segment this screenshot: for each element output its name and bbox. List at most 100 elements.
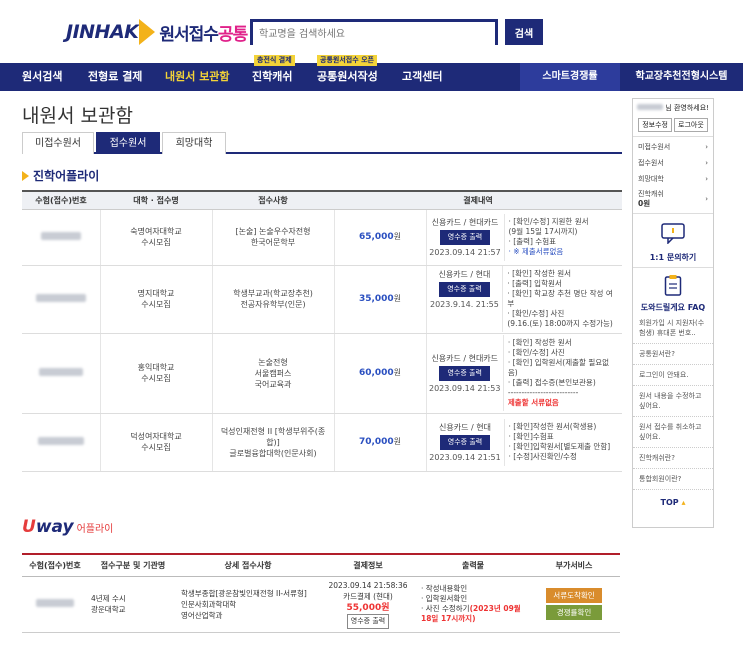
- faq-item[interactable]: 공통원서란?: [633, 344, 713, 365]
- search-input[interactable]: [253, 24, 495, 45]
- nav-item-common-application[interactable]: 공통원서접수 오픈 공통원서작성: [317, 55, 378, 91]
- receipt-button[interactable]: 영수증 출력: [439, 282, 490, 297]
- logout-button[interactable]: 로그아웃: [674, 118, 708, 132]
- table-row: 홍익대학교 수시모집 논술전형 서울캠퍼스 국어교육과 60,000원 신용카드 / …: [22, 333, 622, 414]
- output-item[interactable]: · [출력] 입학원서: [507, 279, 618, 289]
- site-logo[interactable]: JINHAK 원서접수공통: [66, 18, 248, 46]
- table-row: 명지대학교 수시모집 학생부교과(학교장추천) 전공자유학부(인문) 35,000원…: [22, 265, 622, 334]
- output-item[interactable]: · [출력] 접수증(본인보관용): [508, 378, 618, 388]
- exam-number-redacted: [22, 413, 100, 472]
- pay-method: 카드결제 (현대): [343, 591, 393, 601]
- univ-cell: 명지대학교 수시모집: [99, 265, 212, 334]
- service-cell: 서류도착확인 경쟁률확인: [528, 576, 620, 633]
- univ-cell: 숙명여자대학교 수시모집: [99, 209, 212, 266]
- col-header: 상세 접수사항: [178, 553, 318, 577]
- nav-item-fee-payment[interactable]: 전형료 결제: [88, 63, 142, 91]
- receipt-button[interactable]: 영수증 출력: [439, 434, 491, 450]
- output-item[interactable]: · 입학원서확인: [421, 594, 525, 604]
- sidebar-item-unsubmitted[interactable]: 미접수원서 ›: [638, 139, 708, 155]
- table-row: 숙명여자대학교 수시모집 [논술] 논술우수자전형 한국어문학부 65,000원 신…: [22, 209, 622, 266]
- price-cell: 35,000원: [333, 265, 426, 334]
- faq-item[interactable]: 진학캐쉬란?: [633, 448, 713, 469]
- sidebar-item-submitted[interactable]: 접수원서 ›: [638, 155, 708, 171]
- pay-date: 2023.09.14 21:58:36: [328, 580, 408, 590]
- price: 55,000원: [346, 602, 390, 613]
- output-item[interactable]: · [수정]사진확인/수정: [509, 452, 611, 462]
- uway-logo-sub: 어플라이: [76, 524, 114, 535]
- output-item[interactable]: · 사진 수정하기(2023년 09월 18일 17시까지): [421, 604, 525, 624]
- output-item[interactable]: · [확인/수정] 지원한 원서: [509, 217, 589, 227]
- exam-number-redacted: [22, 265, 100, 334]
- table-row: 4년제 수시 광운대학교 학생부종합[광운참빛인재전형 II-서류형] 인문사회과학…: [22, 576, 620, 633]
- uway-logo: Uway 어플라이: [22, 517, 113, 537]
- tab-unsubmitted[interactable]: 미접수원서: [22, 132, 94, 154]
- exam-number-redacted: [22, 209, 100, 266]
- nav-badge-cash: 충전식 결제: [254, 55, 295, 66]
- nav-smart-competition[interactable]: 스마트경쟁률: [520, 63, 620, 91]
- output-divider: --------------------------: [507, 388, 579, 397]
- search-button[interactable]: 검색: [505, 19, 543, 45]
- edit-info-button[interactable]: 정보수정: [638, 118, 672, 132]
- scroll-top-button[interactable]: TOP ▴: [633, 490, 713, 507]
- uway-logo-text: Uway: [22, 517, 74, 537]
- col-header: 결제내역: [334, 190, 622, 210]
- output-item[interactable]: · [출력] 수험표: [509, 237, 589, 247]
- qna-link[interactable]: 1:1 문의하기: [633, 213, 713, 267]
- exam-number-redacted: [22, 576, 88, 633]
- faq-item[interactable]: 로그인이 안돼요.: [633, 365, 713, 386]
- output-item[interactable]: · [확인]수험표: [509, 432, 611, 442]
- chevron-right-icon: ›: [705, 195, 708, 203]
- faq-item[interactable]: 회원가입 시 지원자(수험생) 휴대폰 번호..: [633, 313, 713, 344]
- outputs-cell: · 작성내용확인 · 입학원서확인 · 사진 수정하기(2023년 09월 18…: [418, 576, 528, 633]
- output-item: (9.16.(토) 18:00까지 수정가능): [507, 319, 613, 328]
- page-title: 내원서 보관함: [22, 105, 133, 127]
- receipt-button[interactable]: 영수증 출력: [346, 613, 390, 629]
- tab-wishlist[interactable]: 희망대학: [162, 132, 226, 154]
- col-header: 부가서비스: [528, 553, 620, 577]
- nav-item-jinhak-cash[interactable]: 충전식 결제 진학캐쉬: [252, 55, 295, 91]
- search-box: [250, 19, 498, 45]
- clipboard-icon: [664, 275, 682, 296]
- logo-arrow-icon: [139, 19, 156, 45]
- output-item[interactable]: · [확인] 학교장 추천 명단 작성 여부: [507, 289, 618, 309]
- output-item[interactable]: · 작성내용확인: [421, 584, 525, 594]
- outputs-list: · [확인/수정] 지원한 원서 (9월 15일 17시까지) · [출력] 수…: [505, 214, 593, 261]
- receipt-button[interactable]: 영수증 출력: [439, 365, 490, 381]
- pay-date: 2023.9.14. 21:55: [430, 300, 499, 309]
- output-item[interactable]: · [확인]작성한 원서(학생용): [509, 422, 611, 432]
- sidebar-item-wishlist[interactable]: 희망대학 ›: [638, 171, 708, 187]
- output-item[interactable]: · [확인] 작성한 원서: [508, 338, 618, 348]
- nav-item-application-search[interactable]: 원서검색: [22, 63, 62, 91]
- univ-cell: 4년제 수시 광운대학교: [88, 576, 178, 633]
- pay-date: 2023.09.14 21:51: [429, 452, 501, 462]
- faq-item[interactable]: 원서 접수를 취소하고 싶어요.: [633, 417, 713, 448]
- price-cell: 65,000원: [333, 209, 426, 266]
- section-title-jinhak: 진학어플라이: [22, 167, 99, 184]
- output-item[interactable]: · [확인/수정] 사진: [508, 348, 618, 358]
- output-item[interactable]: · [확인/수정] 사진: [507, 309, 618, 319]
- receipt-button[interactable]: 영수증 출력: [439, 229, 491, 245]
- pay-method: 신용카드 / 현대카드: [431, 353, 499, 363]
- apply-items-cell: 학생부교과(학교장추천) 전공자유학부(인문): [211, 265, 334, 334]
- faq-item[interactable]: 원서 내용을 수정하고 싶어요.: [633, 386, 713, 417]
- pay-date: 2023.09.14 21:53: [429, 383, 501, 393]
- nav-badge-common: 공통원서접수 오픈: [317, 55, 377, 66]
- output-item[interactable]: · [확인]입학원서[별도제출 안함]: [509, 442, 611, 452]
- faq-section: 도와드릴게요 FAQ: [633, 267, 713, 313]
- payment-cell: 2023.09.14 21:58:36 카드결제 (현대) 55,000원 영수…: [318, 576, 418, 633]
- col-header: 출력물: [418, 553, 528, 577]
- document-arrival-button[interactable]: 서류도착확인: [546, 588, 602, 603]
- nav-principal-recommend[interactable]: 학교장추천전형시스템: [620, 63, 743, 91]
- output-item[interactable]: · [확인] 작성한 원서: [507, 269, 618, 279]
- chevron-right-icon: ›: [705, 175, 708, 183]
- faq-item[interactable]: 통합회원이란?: [633, 469, 713, 490]
- nav-item-customer-center[interactable]: 고객센터: [402, 63, 442, 91]
- price-cell: 60,000원: [333, 333, 426, 414]
- nav-item-my-applications[interactable]: 내원서 보관함: [165, 63, 230, 91]
- uway-apply-table: 수험(접수)번호 접수구분 및 기관명 상세 접수사항 결제정보 출력물 부가서…: [22, 553, 620, 633]
- faq-list: 회원가입 시 지원자(수험생) 휴대폰 번호.. 공통원서란? 로그인이 안돼요…: [633, 313, 713, 490]
- output-item[interactable]: · [확인] 입학원서(제출할 필요없음): [508, 358, 618, 378]
- competition-rate-button[interactable]: 경쟁률확인: [546, 605, 602, 620]
- tab-submitted[interactable]: 접수원서: [96, 132, 160, 154]
- sidebar-item-cash[interactable]: 진학캐쉬 0원 ›: [638, 187, 708, 211]
